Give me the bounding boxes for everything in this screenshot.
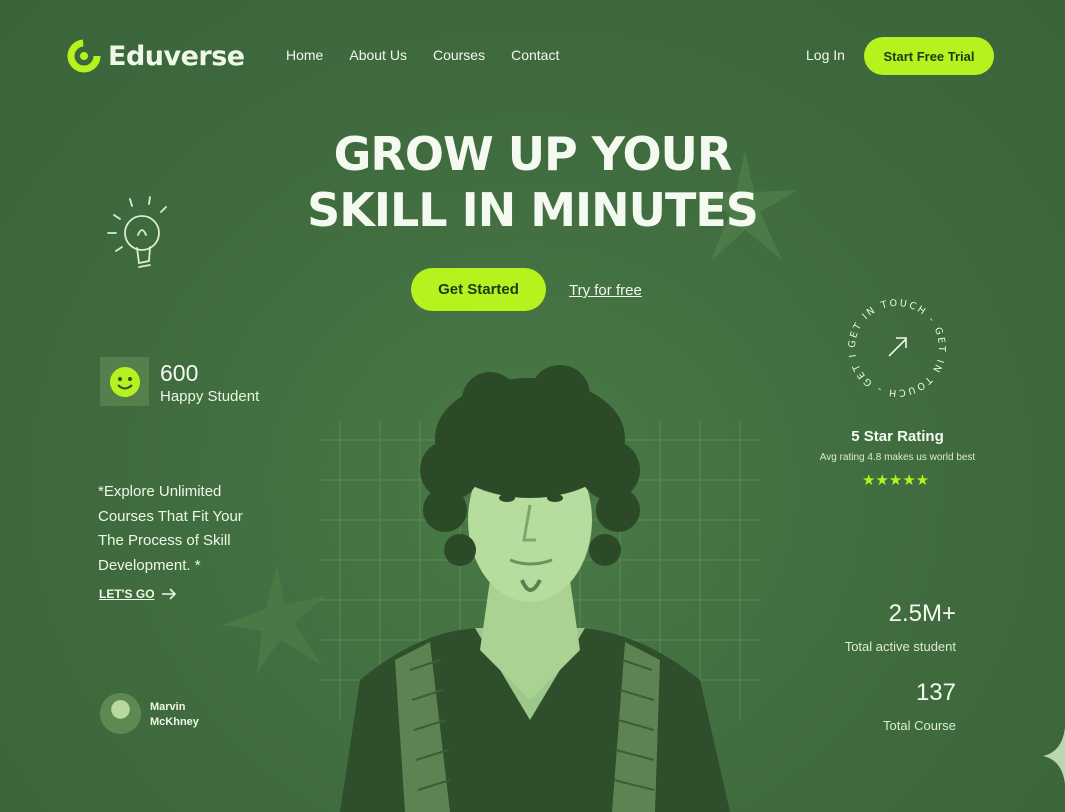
get-in-touch-badge[interactable]: GET IN TOUCH - GET IN TOUCH - GET IN TOU… — [842, 293, 952, 403]
main-nav: Home About Us Courses Contact — [286, 47, 559, 63]
svg-text:GET IN TOUCH - GET IN TOUCH -: GET IN TOUCH - GET IN TOUCH - GET IN TOU… — [842, 293, 947, 398]
star-rating: ★★★★★ — [862, 472, 930, 489]
explore-courses-text: *Explore Unlimited Courses That Fit Your… — [98, 483, 243, 574]
instructor-name: Marvin McKhney — [150, 701, 199, 728]
lightbulb-icon — [107, 196, 167, 268]
start-free-trial-button[interactable]: Start Free Trial — [864, 37, 994, 75]
lets-go-label: LET'S GO — [99, 587, 155, 601]
arrow-up-right-icon — [888, 337, 907, 357]
landing-page: Eduverse Home About Us Courses Contact L… — [0, 0, 1065, 812]
get-started-button[interactable]: Get Started — [411, 268, 546, 311]
login-link[interactable]: Log In — [806, 47, 845, 63]
brand-name: Eduverse — [108, 40, 245, 72]
sparkle-icon — [1043, 728, 1065, 784]
nav-contact[interactable]: Contact — [511, 47, 559, 63]
lets-go-link[interactable]: LET'S GO — [99, 587, 177, 601]
logo-icon — [67, 39, 101, 73]
nav-about-us[interactable]: About Us — [349, 47, 407, 63]
hero-title-line1: GROW UP YOUR — [333, 127, 733, 181]
nav-home[interactable]: Home — [286, 47, 323, 63]
happy-student-badge — [100, 357, 149, 406]
brand-logo[interactable]: Eduverse — [66, 38, 245, 74]
student-portrait — [340, 365, 730, 812]
total-course-label: Total Course — [883, 718, 956, 733]
arrow-right-icon — [161, 588, 176, 600]
rating-subtitle: Avg rating 4.8 makes us world best — [819, 452, 976, 463]
avatar — [100, 693, 141, 734]
active-student-label: Total active student — [844, 639, 956, 654]
rating-title: 5 Star Rating — [851, 428, 944, 445]
happy-student-label: Happy Student — [160, 388, 260, 405]
total-course-count: 137 — [915, 679, 956, 706]
active-student-count: 2.5M+ — [888, 600, 956, 627]
smiley-icon — [109, 366, 140, 397]
nav-courses[interactable]: Courses — [433, 47, 485, 63]
get-in-touch-text: GET IN TOUCH - GET IN TOUCH - GET IN TOU… — [842, 293, 945, 398]
try-for-free-link[interactable]: Try for free — [569, 282, 642, 299]
happy-student-count: 600 — [160, 360, 199, 386]
